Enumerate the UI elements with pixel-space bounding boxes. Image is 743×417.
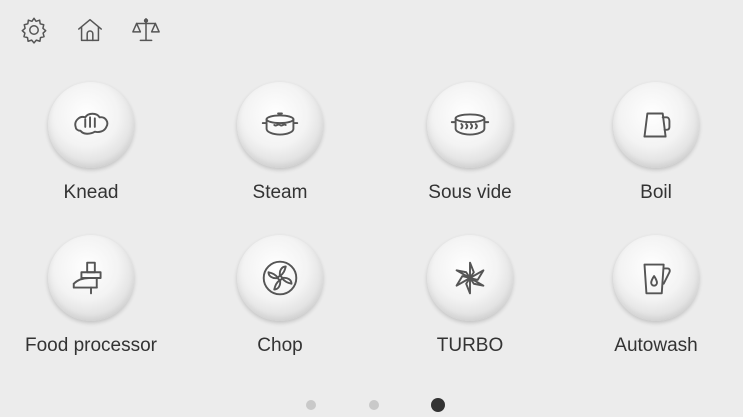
steam-icon [261, 112, 299, 136]
program-grid: Knead Steam Sous vide Boil Food processo… [0, 70, 743, 360]
tile-label: Steam [252, 182, 308, 203]
gear-icon[interactable] [18, 14, 50, 46]
food-processor-button[interactable] [48, 235, 134, 321]
tile-steam[interactable]: Steam [200, 82, 360, 212]
boil-button[interactable] [613, 82, 699, 168]
tile-label: Chop [257, 335, 303, 356]
autowash-button[interactable] [613, 235, 699, 321]
tile-label: Autowash [614, 335, 698, 356]
tile-chop[interactable]: Chop [200, 235, 360, 365]
page-dot-2[interactable] [369, 400, 379, 410]
tile-label: Food processor [24, 335, 157, 356]
turbo-icon [455, 261, 485, 295]
tile-label: TURBO [436, 335, 504, 356]
autowash-icon [643, 263, 671, 295]
tile-label: Boil [640, 182, 672, 203]
steam-button[interactable] [237, 82, 323, 168]
home-icon[interactable] [74, 14, 106, 46]
knead-button[interactable] [48, 82, 134, 168]
tile-knead[interactable]: Knead [11, 82, 171, 212]
tile-label: Sous vide [428, 182, 512, 203]
knead-icon [74, 112, 109, 135]
sous-vide-button[interactable] [427, 82, 513, 168]
tile-turbo[interactable]: TURBO [390, 235, 550, 365]
tile-label: Knead [63, 182, 119, 203]
page-indicator [0, 398, 743, 414]
tile-boil[interactable]: Boil [576, 82, 736, 212]
page-dot-1[interactable] [306, 400, 316, 410]
page-dot-3-active[interactable] [431, 398, 445, 412]
tile-food-processor[interactable]: Food processor [11, 235, 171, 365]
top-toolbar [18, 14, 162, 46]
tile-autowash[interactable]: Autowash [576, 235, 736, 365]
chop-icon [262, 260, 298, 296]
tile-sous-vide[interactable]: Sous vide [390, 82, 550, 212]
sous-vide-icon [450, 113, 490, 136]
kettle-icon [643, 112, 671, 138]
chop-button[interactable] [237, 235, 323, 321]
scale-icon[interactable] [130, 14, 162, 46]
turbo-button[interactable] [427, 235, 513, 321]
food-processor-icon [72, 261, 102, 295]
